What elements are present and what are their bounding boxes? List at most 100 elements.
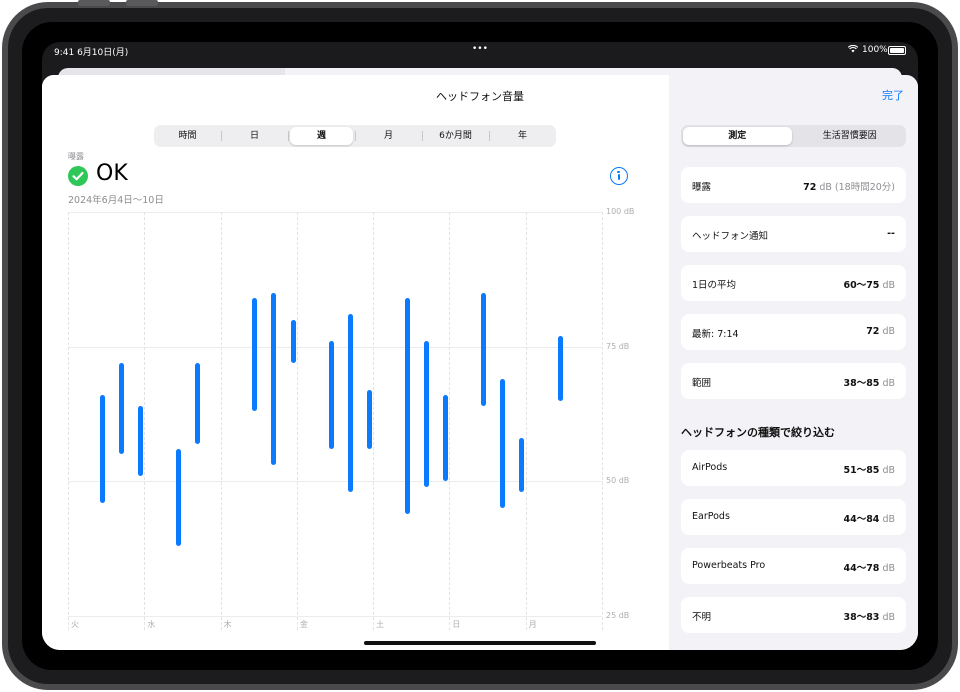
filter_rows-row[interactable]: Powerbeats Pro 44〜78 dB [681, 548, 906, 584]
summary_rows-row-unit: dB [879, 280, 895, 291]
done-button[interactable]: 完了 [882, 87, 904, 103]
volume-button [126, 0, 158, 6]
summary_rows-row-unit: dB [879, 326, 895, 337]
home-indicator[interactable] [364, 641, 596, 645]
x-tick-label: 日 [452, 620, 461, 629]
details-tab[interactable]: 測定 [683, 127, 792, 145]
filter_rows-row-number: 44〜84 [843, 514, 880, 525]
summary_rows-row-value: -- [887, 228, 895, 239]
x-tick-label: 金 [299, 620, 308, 629]
x-tick-label: 火 [71, 620, 79, 629]
y-tick-label: 50 dB [606, 476, 630, 486]
summary_rows-row[interactable]: 曝露 72 dB (18時間20分) [681, 167, 906, 203]
summary_rows-row-value: 72 dB [866, 326, 895, 337]
summary_rows-row[interactable]: ヘッドフォン通知 -- [681, 216, 906, 252]
summary_rows-row-number: 72 [866, 326, 880, 337]
x-gridline [373, 212, 375, 630]
summary_rows-row[interactable]: 範囲 38〜85 dB [681, 363, 906, 399]
summary_rows-row-number: 60〜75 [843, 280, 880, 291]
summary_rows-row-number: 38〜85 [843, 378, 880, 389]
filter_rows-row-number: 44〜78 [843, 563, 880, 574]
x-tick-label: 月 [528, 620, 537, 629]
filter_rows-row-value: 44〜78 dB [843, 560, 895, 574]
range-bar[interactable] [252, 298, 258, 412]
chart-panel: ヘッドフォン音量 時間日週月 6か月間年 曝露 OK 2024年6月4日〜10日 … [42, 75, 669, 650]
filter_rows-row-unit: dB [879, 563, 895, 574]
x-gridline [144, 212, 146, 630]
x-gridline [525, 212, 527, 630]
details-panel: 完了 測定 生活習慣要因 曝露 72 dB (18時間20分) ヘッドフォン通知 -- 1… [669, 75, 918, 650]
range-bar[interactable] [443, 395, 449, 482]
filter_rows-row[interactable]: EarPods 44〜84 dB [681, 499, 906, 535]
summary_rows-row-value: 38〜85 dB [843, 375, 895, 389]
summary_rows-row-unit: dB [879, 378, 895, 389]
y-tick-label: 25 dB [606, 611, 630, 620]
summary_rows-row-label: 曝露 [692, 182, 712, 193]
x-tick-label: 土 [376, 620, 385, 629]
summary_rows-row-label: ヘッドフォン通知 [692, 231, 769, 242]
range-bar[interactable] [290, 319, 296, 363]
status-bar: 9:41 6月10日(月) ••• 100% [42, 42, 918, 60]
range-bar[interactable] [557, 335, 563, 401]
range-bar[interactable] [118, 362, 124, 455]
summary_rows-row-number: 72 [803, 182, 817, 193]
summary_rows-row-number: -- [887, 228, 895, 239]
summary_rows-row-label: 範囲 [692, 378, 712, 389]
range-bar[interactable] [347, 314, 353, 493]
x-tick-label: 木 [223, 620, 232, 629]
x-gridline [220, 212, 222, 630]
x-gridline [602, 212, 603, 630]
filter_rows-row-value: 38〜83 dB [843, 609, 895, 623]
summary_rows-row[interactable]: 最新: 7:14 72 dB [681, 314, 906, 350]
battery-icon [888, 46, 906, 55]
filter_rows-row-value: 51〜85 dB [843, 462, 895, 476]
y-gridline [68, 616, 602, 617]
filter_rows-row-label: Powerbeats Pro [692, 560, 766, 571]
filter_rows-row[interactable]: AirPods 51〜85 dB [681, 450, 906, 486]
filter_rows-row-label: AirPods [692, 462, 728, 473]
filter_rows-row-unit: dB [879, 514, 895, 525]
filter_rows-row-label: 不明 [692, 612, 712, 623]
summary_rows-row[interactable]: 1日の平均 60〜75 dB [681, 265, 906, 301]
x-gridline [449, 212, 451, 630]
summary_rows-row-value: 72 dB (18時間20分) [803, 179, 895, 193]
details-tab[interactable]: 生活習慣要因 [796, 127, 905, 145]
range-bar[interactable] [366, 389, 372, 449]
range-bar[interactable] [328, 341, 334, 449]
y-tick-label: 75 dB [606, 341, 630, 351]
range-bar[interactable] [424, 341, 430, 487]
range-bar[interactable] [481, 292, 487, 406]
filter_rows-row[interactable]: 不明 38〜83 dB [681, 597, 906, 633]
filter_rows-row-unit: dB [879, 465, 895, 476]
y-gridline [68, 212, 602, 213]
wifi-icon [847, 44, 859, 56]
filter_rows-row-unit: dB [879, 612, 895, 623]
battery-percent: 100% [862, 45, 888, 55]
range-bar[interactable] [404, 298, 410, 514]
filter_rows-row-label: EarPods [692, 511, 730, 522]
details-tab-picker[interactable]: 測定 生活習慣要因 [681, 125, 906, 147]
filter_rows-row-value: 44〜84 dB [843, 511, 895, 525]
range-bar[interactable] [500, 378, 506, 509]
range-bar[interactable] [176, 449, 182, 546]
x-gridline [68, 212, 69, 630]
y-tick-label: 100 dB [606, 207, 635, 216]
filter_rows-row-number: 51〜85 [843, 465, 880, 476]
range-bar[interactable] [137, 405, 143, 476]
multitasking-dots[interactable]: ••• [472, 44, 488, 54]
x-gridline [296, 212, 298, 630]
filter-heading: ヘッドフォンの種類で絞り込む [681, 426, 835, 439]
status-time-date: 9:41 6月10日(月) [54, 48, 129, 58]
range-bar[interactable] [519, 438, 525, 493]
y-gridline [68, 346, 602, 348]
x-tick-label: 水 [147, 620, 156, 629]
summary_rows-row-unit: dB (18時間20分) [816, 182, 895, 193]
summary_rows-row-label: 1日の平均 [692, 280, 737, 291]
headphone-audio-sheet: ヘッドフォン音量 時間日週月 6か月間年 曝露 OK 2024年6月4日〜10日 … [42, 75, 918, 650]
screen: 9:41 6月10日(月) ••• 100% ヘッドフォン音量 時間日週月 6か月… [42, 42, 918, 650]
range-bar[interactable] [271, 292, 277, 466]
range-bar[interactable] [99, 395, 105, 503]
range-bar[interactable] [195, 362, 201, 444]
headphone-audio-chart: 100 dB 75 dB 50 dB 25 dB 火 水 木 金 土 日 月 [42, 75, 669, 650]
volume-button [78, 0, 110, 6]
